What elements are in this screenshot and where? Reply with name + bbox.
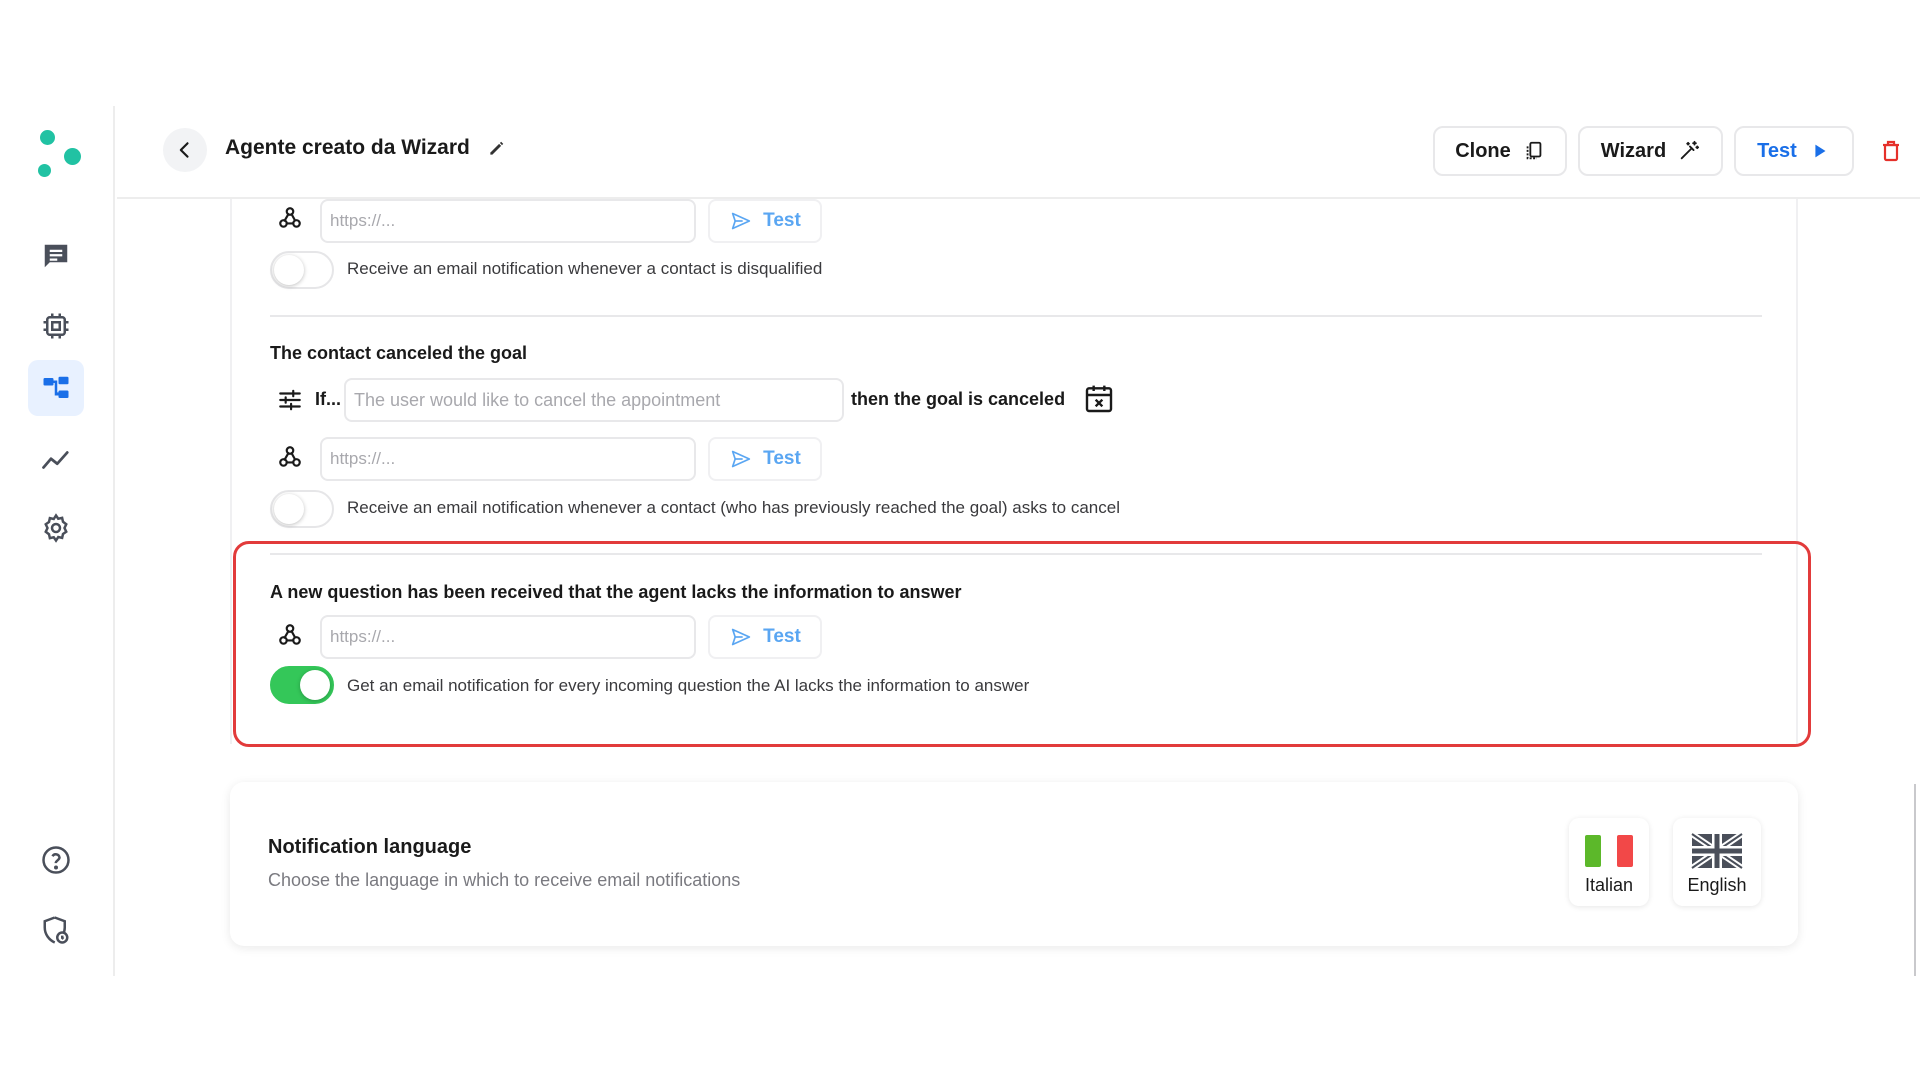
- webhook-icon: [279, 624, 301, 645]
- new-question-test-button[interactable]: Test: [708, 615, 822, 659]
- then-label: then the goal is canceled: [851, 389, 1066, 409]
- back-button[interactable]: [163, 128, 207, 172]
- disqualified-test-label: Test: [763, 210, 801, 231]
- language-title: Notification language: [268, 836, 472, 858]
- clone-button-label: Clone: [1455, 139, 1511, 162]
- canceled-test-label: Test: [763, 448, 801, 469]
- chat-icon: [44, 244, 68, 268]
- canceled-url-placeholder: https://...: [330, 449, 396, 468]
- if-label: If...: [315, 389, 341, 409]
- disqualified-toggle-label: Receive an email notification whenever a…: [347, 259, 823, 278]
- clone-button[interactable]: Clone: [1433, 126, 1567, 176]
- gear-icon: [44, 513, 68, 543]
- new-question-webhook-url-input[interactable]: https://...: [320, 615, 696, 659]
- page-title: Agente creato da Wizard: [225, 136, 470, 159]
- disqualified-email-toggle[interactable]: [270, 251, 334, 289]
- brand-logo[interactable]: [36, 130, 86, 184]
- help-icon: [42, 846, 70, 874]
- cancel-condition-input[interactable]: The user would like to cancel the appoin…: [344, 378, 844, 422]
- sidebar-item-settings[interactable]: [28, 500, 84, 556]
- new-question-toggle-label: Get an email notification for every inco…: [347, 676, 1030, 695]
- calendar-cancel-icon: [1085, 385, 1113, 413]
- page-header: Agente creato da Wizard Clone Wizard Tes…: [117, 106, 1920, 199]
- magic-wand-icon: [1680, 140, 1700, 160]
- canceled-test-button[interactable]: Test: [708, 437, 822, 481]
- notifications-card: https://... Test Receive an email notifi…: [230, 199, 1798, 744]
- new-question-email-toggle[interactable]: [270, 666, 334, 704]
- notification-language-card: Notification language Choose the languag…: [230, 782, 1798, 946]
- send-icon: [731, 450, 751, 468]
- canceled-toggle-label: Receive an email notification whenever a…: [347, 498, 1120, 517]
- analytics-icon: [42, 451, 69, 469]
- canceled-section-title: The contact canceled the goal: [270, 343, 528, 363]
- wizard-button-label: Wizard: [1600, 139, 1667, 162]
- language-option-label: English: [1687, 875, 1747, 895]
- toggle-knob: [274, 255, 304, 285]
- sidebar: [0, 106, 115, 976]
- scrollbar[interactable]: [1914, 784, 1916, 976]
- disqualified-test-button[interactable]: Test: [708, 199, 822, 243]
- section-divider: [270, 315, 1762, 317]
- workflow-icon: [43, 376, 69, 398]
- cancel-condition-placeholder: The user would like to cancel the appoin…: [354, 389, 721, 410]
- chip-icon: [43, 313, 69, 339]
- disqualified-webhook-url-input[interactable]: https://...: [320, 199, 696, 243]
- language-option-english[interactable]: English: [1673, 818, 1761, 906]
- canceled-webhook-url-input[interactable]: https://...: [320, 437, 696, 481]
- security-icon: [43, 916, 69, 944]
- new-question-section-title: A new question has been received that th…: [270, 582, 962, 602]
- wizard-button[interactable]: Wizard: [1578, 126, 1723, 176]
- pencil-icon[interactable]: [487, 138, 507, 158]
- section-divider: [270, 553, 1762, 555]
- send-icon: [731, 628, 751, 646]
- new-question-url-placeholder: https://...: [330, 627, 396, 646]
- sidebar-item-chip[interactable]: [28, 298, 84, 354]
- italy-flag-icon: [1585, 835, 1633, 867]
- sidebar-item-chat[interactable]: [28, 228, 84, 284]
- sidebar-item-analytics[interactable]: [28, 432, 84, 488]
- sidebar-item-security[interactable]: [28, 902, 84, 958]
- chevron-left-icon: [179, 142, 189, 158]
- webhook-icon: [279, 207, 301, 228]
- sidebar-item-help[interactable]: [28, 832, 84, 888]
- language-option-label: Italian: [1584, 875, 1634, 895]
- clone-icon: [1526, 141, 1542, 160]
- webhook-icon: [279, 446, 301, 467]
- test-agent-button-label: Test: [1757, 139, 1797, 162]
- play-icon: [1815, 144, 1826, 158]
- send-icon: [731, 212, 751, 230]
- uk-flag-icon: [1691, 833, 1743, 869]
- test-agent-button[interactable]: Test: [1734, 126, 1854, 176]
- toggle-knob: [274, 494, 304, 524]
- disqualified-url-placeholder: https://...: [330, 211, 396, 230]
- language-subtitle: Choose the language in which to receive …: [268, 870, 741, 890]
- toggle-knob: [300, 670, 330, 700]
- sidebar-item-workflow[interactable]: [28, 360, 84, 416]
- canceled-email-toggle[interactable]: [270, 490, 334, 528]
- sliders-icon: [279, 389, 301, 411]
- trash-icon[interactable]: [1879, 138, 1903, 164]
- new-question-test-label: Test: [763, 626, 801, 647]
- language-option-italian[interactable]: Italian: [1569, 818, 1649, 906]
